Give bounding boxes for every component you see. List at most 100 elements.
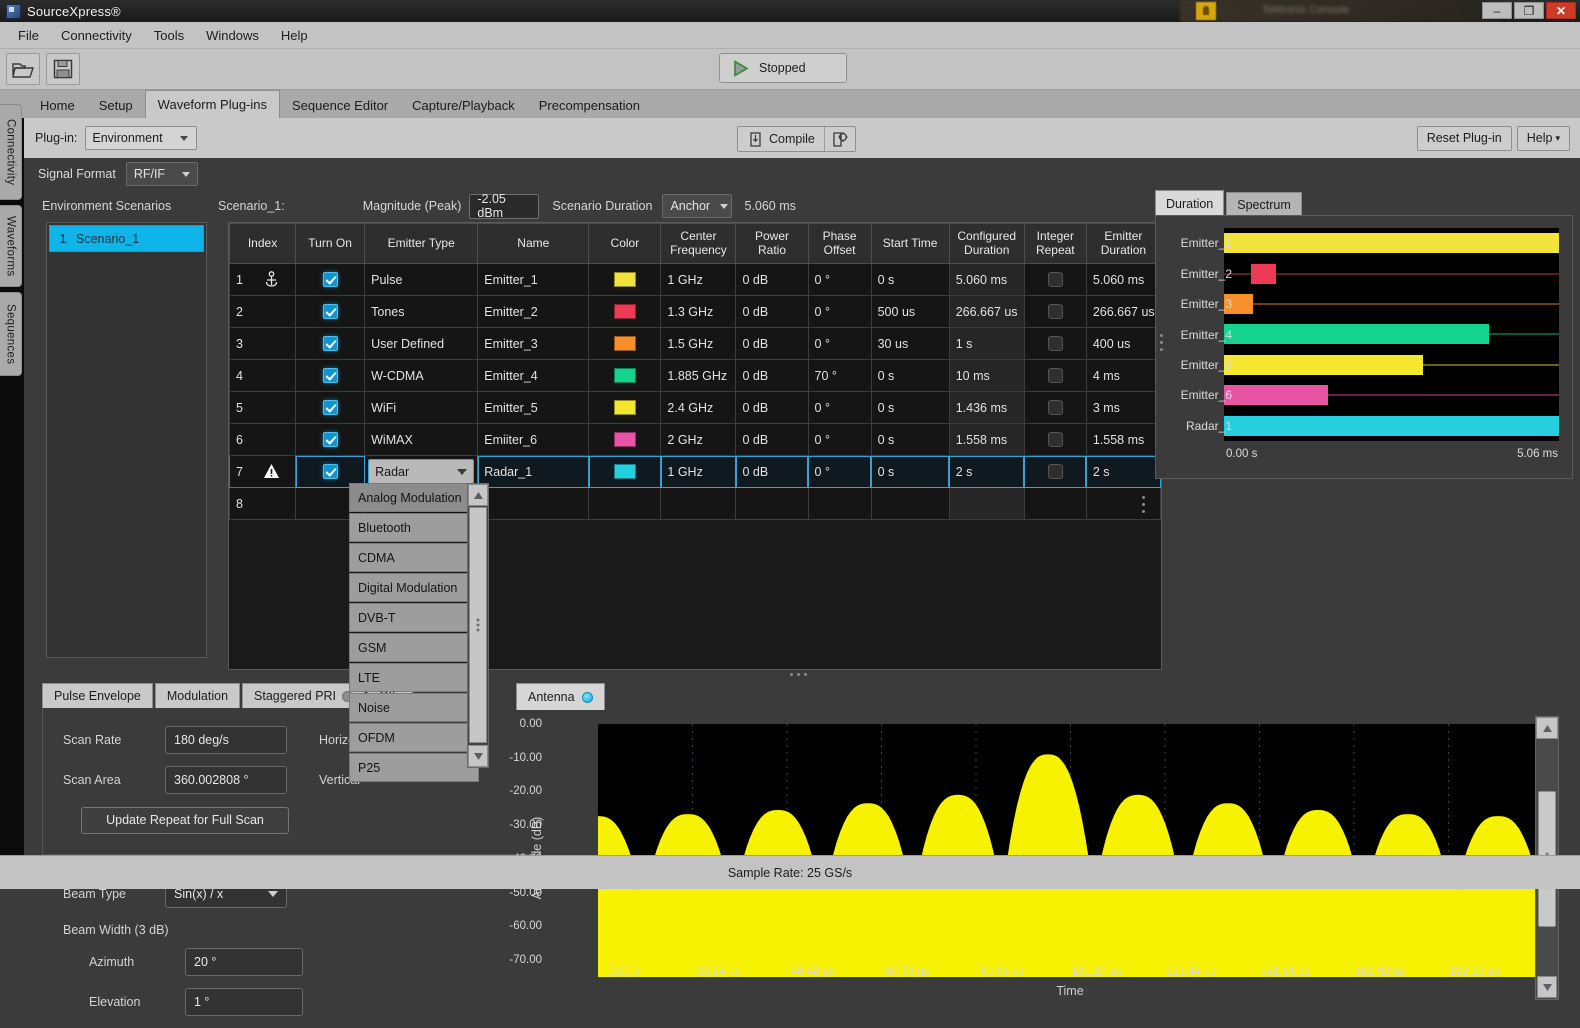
cell-start-time[interactable]: 0 s bbox=[871, 264, 949, 296]
tab-home[interactable]: Home bbox=[28, 92, 87, 118]
cell-configured-duration[interactable]: 1 s bbox=[949, 328, 1024, 360]
sidebar-item-waveforms[interactable]: Waveforms bbox=[0, 205, 22, 287]
cell-name[interactable] bbox=[478, 488, 589, 520]
dropdown-option[interactable]: OFDM bbox=[349, 723, 479, 752]
cell-emitter-type[interactable]: W-CDMA bbox=[365, 360, 478, 392]
tab-waveform-plugins[interactable]: Waveform Plug-ins bbox=[145, 90, 280, 118]
integer-repeat-checkbox[interactable] bbox=[1048, 336, 1063, 351]
integer-repeat-checkbox[interactable] bbox=[1048, 368, 1063, 383]
cell-power-ratio[interactable]: 0 dB bbox=[736, 296, 808, 328]
cell-integer-repeat[interactable] bbox=[1024, 488, 1086, 520]
cell-configured-duration[interactable]: 5.060 ms bbox=[949, 264, 1024, 296]
dropdown-option[interactable]: CDMA bbox=[349, 543, 479, 572]
turn-on-checkbox[interactable] bbox=[323, 464, 338, 479]
cell-color[interactable] bbox=[589, 328, 661, 360]
dropdown-option[interactable]: P25 bbox=[349, 753, 479, 782]
table-row[interactable]: 5WiFiEmitter_52.4 GHz0 dB0 °0 s1.436 ms3… bbox=[230, 392, 1161, 424]
cell-turn-on[interactable] bbox=[296, 424, 365, 456]
vertical-splitter-handle[interactable] bbox=[790, 673, 807, 676]
maximize-button[interactable]: ❐ bbox=[1514, 2, 1544, 19]
reset-plugin-button[interactable]: Reset Plug-in bbox=[1417, 126, 1512, 151]
scroll-up-icon[interactable] bbox=[1536, 717, 1558, 739]
chart-plot-area[interactable] bbox=[598, 724, 1543, 977]
cell-turn-on[interactable] bbox=[296, 296, 365, 328]
table-row[interactable]: 3User DefinedEmitter_31.5 GHz0 dB0 °30 u… bbox=[230, 328, 1161, 360]
sidebar-item-connectivity[interactable]: Connectivity bbox=[0, 104, 22, 200]
tab-sequence-editor[interactable]: Sequence Editor bbox=[280, 92, 400, 118]
cell-center-frequency[interactable] bbox=[661, 488, 736, 520]
integer-repeat-checkbox[interactable] bbox=[1048, 464, 1063, 479]
cell-start-time[interactable]: 500 us bbox=[871, 296, 949, 328]
cell-configured-duration[interactable]: 2 s bbox=[949, 456, 1024, 488]
elevation-input[interactable]: 1 ° bbox=[185, 988, 303, 1016]
cell-power-ratio[interactable]: 0 dB bbox=[736, 264, 808, 296]
turn-on-checkbox[interactable] bbox=[323, 272, 338, 287]
col-emitter-duration[interactable]: Emitter Duration bbox=[1086, 224, 1160, 264]
cell-index[interactable]: 7 bbox=[230, 456, 296, 488]
cell-emitter-duration[interactable]: 5.060 ms bbox=[1086, 264, 1160, 296]
cell-emitter-duration[interactable]: 1.558 ms bbox=[1086, 424, 1160, 456]
cell-center-frequency[interactable]: 2 GHz bbox=[661, 424, 736, 456]
cell-power-ratio[interactable]: 0 dB bbox=[736, 392, 808, 424]
col-index[interactable]: Index bbox=[230, 224, 296, 264]
col-center-frequency[interactable]: Center Frequency bbox=[661, 224, 736, 264]
cell-power-ratio[interactable]: 0 dB bbox=[736, 360, 808, 392]
turn-on-checkbox[interactable] bbox=[323, 368, 338, 383]
cell-phase-offset[interactable] bbox=[808, 488, 871, 520]
cell-integer-repeat[interactable] bbox=[1024, 296, 1086, 328]
cell-emitter-type[interactable]: Tones bbox=[365, 296, 478, 328]
cell-integer-repeat[interactable] bbox=[1024, 424, 1086, 456]
cell-center-frequency[interactable]: 1.5 GHz bbox=[661, 328, 736, 360]
cell-name[interactable]: Emitter_5 bbox=[478, 392, 589, 424]
tab-setup[interactable]: Setup bbox=[87, 92, 145, 118]
cell-start-time[interactable] bbox=[871, 488, 949, 520]
tab-pulse-envelope[interactable]: Pulse Envelope bbox=[42, 683, 153, 708]
cell-configured-duration[interactable] bbox=[949, 488, 1024, 520]
col-power-ratio[interactable]: Power Ratio bbox=[736, 224, 808, 264]
cell-color[interactable] bbox=[589, 488, 661, 520]
duration-chart[interactable] bbox=[1224, 228, 1559, 441]
col-emitter-type[interactable]: Emitter Type bbox=[365, 224, 478, 264]
cell-turn-on[interactable] bbox=[296, 328, 365, 360]
cell-color[interactable] bbox=[589, 456, 661, 488]
plugin-select[interactable]: Environment bbox=[85, 126, 197, 150]
cell-index[interactable]: 1 bbox=[230, 264, 296, 296]
cell-phase-offset[interactable]: 0 ° bbox=[808, 264, 871, 296]
list-item[interactable]: 1 Scenario_1 bbox=[49, 225, 204, 252]
scroll-down-icon[interactable] bbox=[468, 745, 488, 767]
table-row[interactable]: 6WiMAXEmiiter_62 GHz0 dB0 °0 s1.558 ms1.… bbox=[230, 424, 1161, 456]
cell-index[interactable]: 4 bbox=[230, 360, 296, 392]
cell-index[interactable]: 2 bbox=[230, 296, 296, 328]
horizontal-splitter-handle[interactable] bbox=[1142, 496, 1145, 513]
integer-repeat-checkbox[interactable] bbox=[1048, 304, 1063, 319]
turn-on-checkbox[interactable] bbox=[323, 400, 338, 415]
help-button[interactable]: Help ▾ bbox=[1517, 126, 1570, 151]
tab-antenna[interactable]: Antenna bbox=[516, 683, 605, 710]
scan-rate-input[interactable]: 180 deg/s bbox=[165, 726, 287, 754]
menu-item-help[interactable]: Help bbox=[271, 24, 318, 47]
cell-start-time[interactable]: 30 us bbox=[871, 328, 949, 360]
cell-emitter-type[interactable]: WiFi bbox=[365, 392, 478, 424]
cell-emitter-duration[interactable]: 2 s bbox=[1086, 456, 1160, 488]
cell-configured-duration[interactable]: 1.558 ms bbox=[949, 424, 1024, 456]
cell-name[interactable]: Emitter_1 bbox=[478, 264, 589, 296]
tab-capture-playback[interactable]: Capture/Playback bbox=[400, 92, 527, 118]
emitter-type-dropdown-list[interactable]: Analog ModulationBluetoothCDMADigital Mo… bbox=[349, 483, 479, 783]
cell-index[interactable]: 6 bbox=[230, 424, 296, 456]
turn-on-checkbox[interactable] bbox=[323, 304, 338, 319]
cell-color[interactable] bbox=[589, 264, 661, 296]
magnitude-peak-input[interactable]: -2.05 dBm bbox=[469, 194, 539, 219]
cell-turn-on[interactable] bbox=[296, 360, 365, 392]
panel-splitter-handle[interactable] bbox=[1160, 334, 1163, 351]
compile-button[interactable]: Compile bbox=[738, 127, 824, 151]
dropdown-option[interactable]: DVB-T bbox=[349, 603, 479, 632]
col-configured-duration[interactable]: Configured Duration bbox=[949, 224, 1024, 264]
table-row[interactable]: 4W-CDMAEmitter_41.885 GHz0 dB70 °0 s10 m… bbox=[230, 360, 1161, 392]
cell-center-frequency[interactable]: 1.3 GHz bbox=[661, 296, 736, 328]
cell-configured-duration[interactable]: 266.667 us bbox=[949, 296, 1024, 328]
tab-duration[interactable]: Duration bbox=[1155, 190, 1224, 217]
cell-phase-offset[interactable]: 70 ° bbox=[808, 360, 871, 392]
menu-item-connectivity[interactable]: Connectivity bbox=[51, 24, 142, 47]
cell-configured-duration[interactable]: 10 ms bbox=[949, 360, 1024, 392]
close-button[interactable]: ✕ bbox=[1546, 2, 1576, 19]
